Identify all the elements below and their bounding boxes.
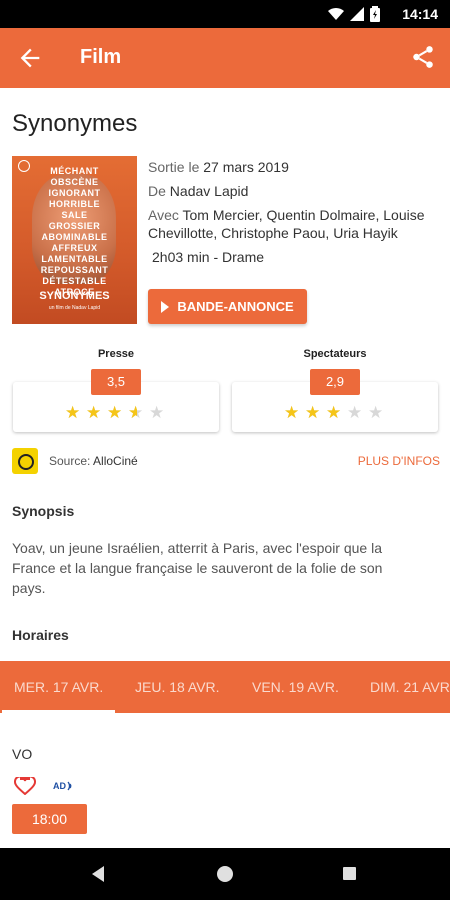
release-prefix: Sortie le <box>148 159 200 175</box>
duration-genre-row: 2h03 min - Drame <box>148 248 443 266</box>
rating-spectators-score: 2,9 <box>310 369 360 395</box>
more-info-link[interactable]: PLUS D'INFOS <box>358 454 440 468</box>
movie-poster[interactable]: MÉCHANT OBSCÈNE IGNORANT HORRIBLE SALE GROSSI… <box>12 156 137 324</box>
rating-spectators-stars: ★★★★★★★★★★ <box>284 404 394 424</box>
star-icon: ★★ <box>65 403 81 422</box>
day-tabs: MER. 17 AVR. JEU. 18 AVR. VEN. 19 AVR. D… <box>0 661 450 713</box>
star-icon: ★★ <box>347 403 363 422</box>
system-nav-bar <box>0 848 450 900</box>
nav-home-icon[interactable] <box>217 866 233 882</box>
tab-day-1[interactable]: JEU. 18 AVR. <box>135 661 220 713</box>
source-prefix: Source: <box>49 454 91 468</box>
wifi-icon <box>328 7 344 21</box>
rating-press-label: Presse <box>97 348 135 360</box>
star-icon: ★★ <box>86 403 102 422</box>
movie-info: Sortie le 27 mars 2019 De Nadav Lapid Av… <box>148 158 443 272</box>
poster-word: SALE <box>61 210 88 220</box>
showtime-button[interactable]: 18:00 <box>12 804 87 834</box>
poster-title: SYNONYMES <box>39 290 110 302</box>
poster-word: IGNORANT <box>48 188 101 198</box>
nav-back-icon[interactable] <box>92 866 104 882</box>
director-row: De Nadav Lapid <box>148 182 443 200</box>
poster-word: OBSCÈNE <box>50 177 99 187</box>
star-icon: ★★ <box>368 403 384 422</box>
tab-day-label: DIM. 21 AVR. <box>370 679 450 695</box>
version-label: VO <box>12 746 33 762</box>
tab-day-label: MER. 17 AVR. <box>14 679 104 695</box>
showtimes-heading: Horaires <box>12 627 69 643</box>
status-clock: 14:14 <box>402 6 438 22</box>
source-text: Source: AlloCiné <box>49 454 138 468</box>
rating-press-score: 3,5 <box>91 369 141 395</box>
poster-director: un film de Nadav Lapid <box>48 305 101 311</box>
poster-word: ABOMINABLE <box>41 232 108 242</box>
release-date: 27 mars 2019 <box>203 159 289 175</box>
accessibility-heart-icon <box>14 777 36 795</box>
duration-genre: 2h03 min - Drame <box>152 249 265 265</box>
status-bar: 14:14 <box>0 0 450 28</box>
star-icon: ★★ <box>107 403 123 422</box>
back-arrow-icon[interactable] <box>16 44 44 72</box>
star-fill: ★ <box>107 404 123 421</box>
star-icon: ★★ <box>326 403 342 422</box>
star-fill: ★ <box>86 404 102 421</box>
allocine-logo-icon <box>12 448 38 474</box>
tab-day-2[interactable]: VEN. 19 AVR. <box>252 661 339 713</box>
cast-prefix: Avec <box>148 207 179 223</box>
synopsis-heading: Synopsis <box>12 503 75 519</box>
poster-words: MÉCHANT OBSCÈNE IGNORANT HORRIBLE SALE GROSSI… <box>12 166 137 298</box>
nav-recents-icon[interactable] <box>343 867 356 880</box>
status-icons <box>328 6 380 22</box>
star-fill: ★ <box>305 404 321 421</box>
battery-icon <box>370 6 380 22</box>
director-name: Nadav Lapid <box>169 183 249 199</box>
poster-word: GROSSIER <box>48 221 101 231</box>
director-prefix: De <box>148 183 166 199</box>
release-row: Sortie le 27 mars 2019 <box>148 158 443 176</box>
movie-title: Synonymes <box>12 110 138 137</box>
trailer-button[interactable]: BANDE-ANNONCE <box>148 289 307 324</box>
audio-description-icon: AD <box>50 777 78 795</box>
play-icon <box>161 300 170 313</box>
star-fill: ★ <box>326 404 342 421</box>
cast-list: Tom Mercier, Quentin Dolmaire, Louise Ch… <box>148 207 425 241</box>
poster-word: MÉCHANT <box>50 166 99 176</box>
app-bar: Film <box>0 28 450 88</box>
poster-word: AFFREUX <box>51 243 98 253</box>
rating-spectators: Spectateurs 2,9 ★★★★★★★★★★ <box>232 346 438 434</box>
star-fill: ★ <box>284 404 300 421</box>
source-name: AlloCiné <box>93 454 138 468</box>
share-icon[interactable] <box>410 44 436 70</box>
synopsis-text: Yoav, un jeune Israélien, atterrit à Par… <box>12 540 383 596</box>
poster-word: REPOUSSANT <box>40 265 109 275</box>
tab-day-3[interactable]: DIM. 21 AVR. <box>370 661 450 713</box>
star-icon: ★★ <box>284 403 300 422</box>
poster-word: DÉTESTABLE <box>42 276 107 286</box>
cast-row: Avec Tom Mercier, Quentin Dolmaire, Loui… <box>148 206 443 242</box>
poster-word: LAMENTABLE <box>41 254 108 264</box>
rating-spectators-label: Spectateurs <box>303 348 367 360</box>
tab-day-0[interactable]: MER. 17 AVR. <box>2 661 116 713</box>
star-icon: ★★ <box>305 403 321 422</box>
star-icon: ★★ <box>149 403 165 422</box>
page-title: Film <box>80 46 122 68</box>
trailer-button-label: BANDE-ANNONCE <box>177 299 294 314</box>
active-tab-indicator <box>2 710 116 713</box>
audio-description-text: AD <box>53 781 66 791</box>
poster-word: HORRIBLE <box>49 199 100 209</box>
star-icon: ★★ <box>128 403 144 422</box>
rating-press-stars: ★★★★★★★★★★ <box>65 404 175 424</box>
signal-icon <box>350 7 364 21</box>
source-row: Source: AlloCiné PLUS D'INFOS <box>12 448 440 474</box>
rating-press: Presse 3,5 ★★★★★★★★★★ <box>13 346 219 434</box>
tab-day-label: JEU. 18 AVR. <box>135 679 220 695</box>
star-fill: ★ <box>128 404 137 421</box>
tab-day-label: VEN. 19 AVR. <box>252 679 339 695</box>
star-fill: ★ <box>65 404 81 421</box>
